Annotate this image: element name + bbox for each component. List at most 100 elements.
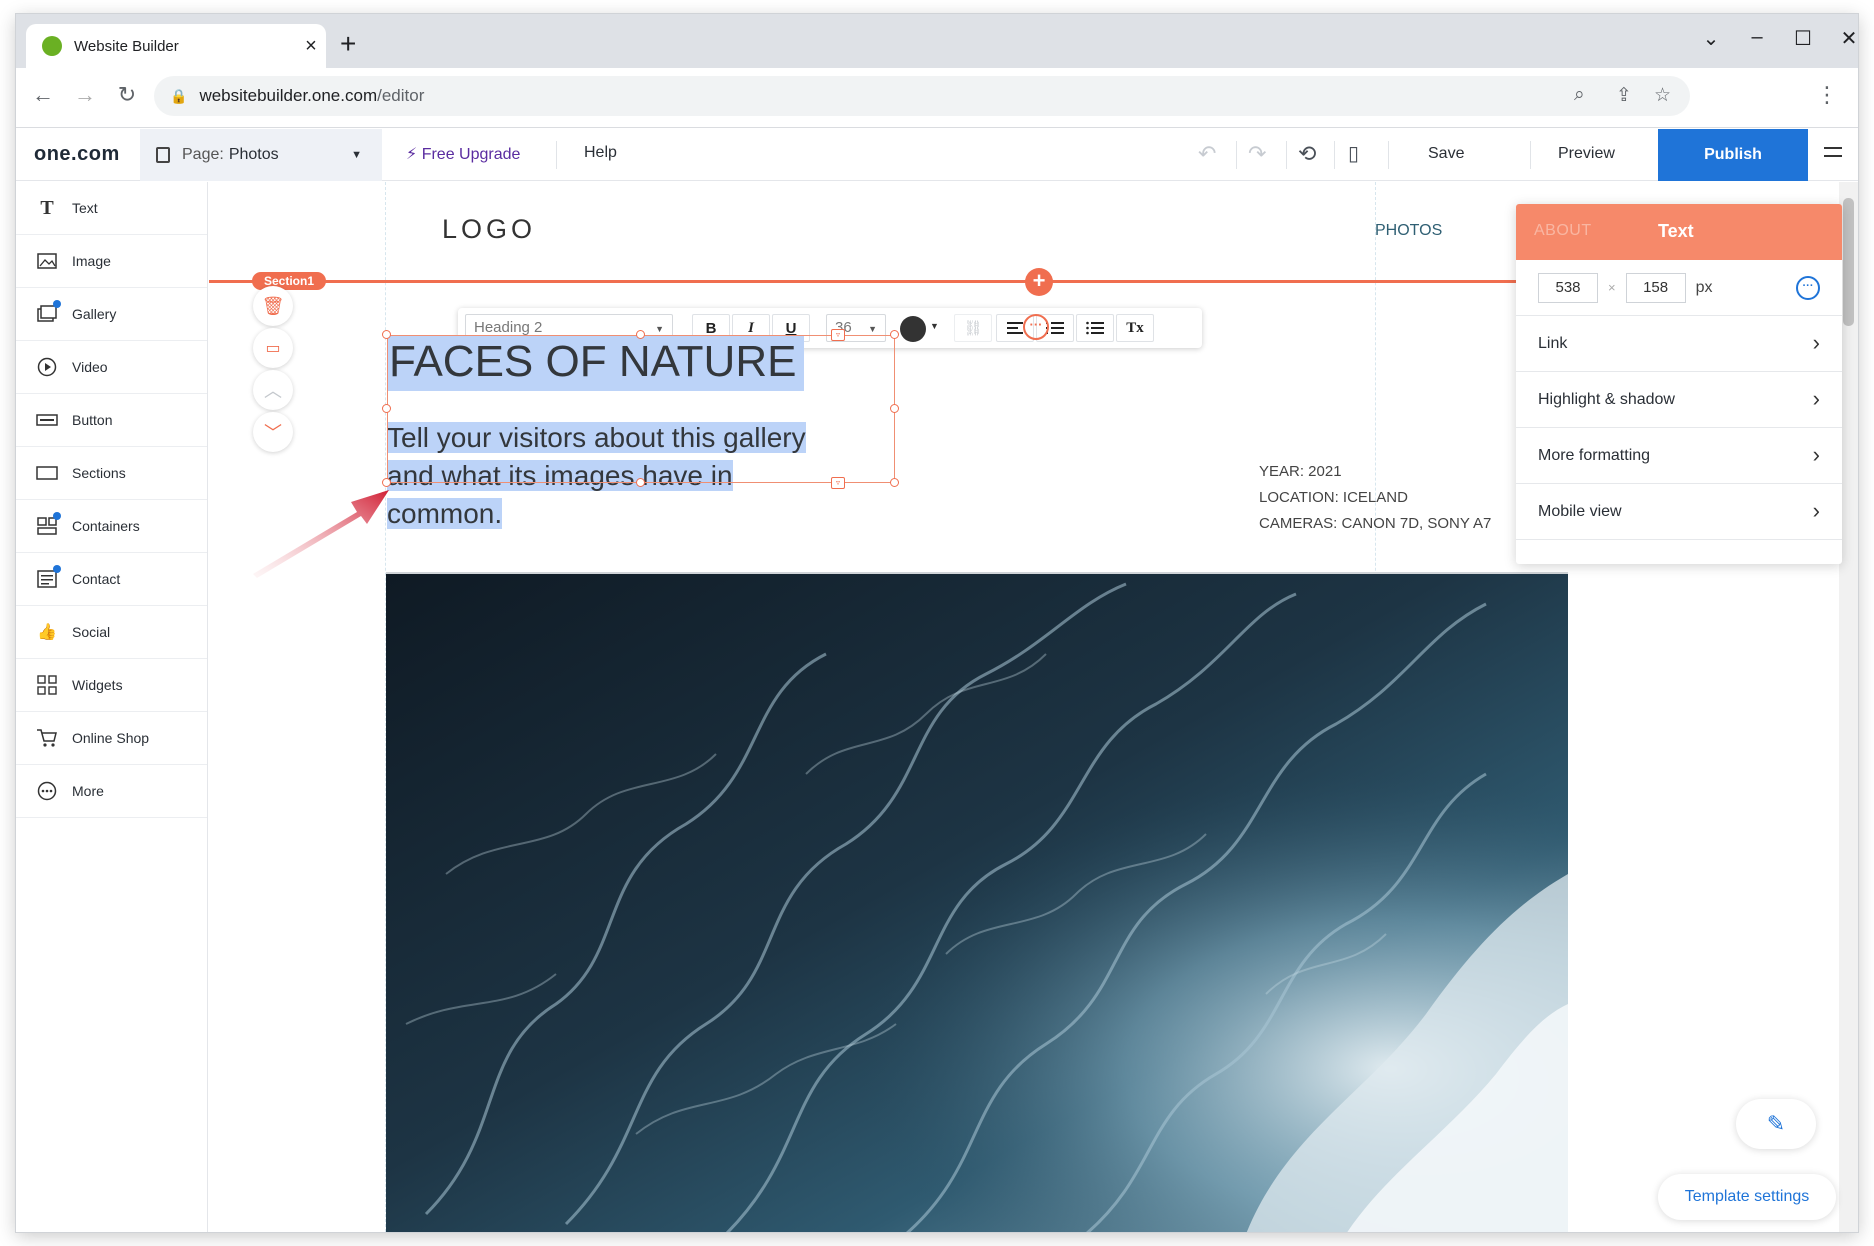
bookmark-star-icon[interactable]: ☆ — [1654, 84, 1671, 107]
resize-handle[interactable] — [890, 478, 899, 487]
divider — [1286, 141, 1287, 169]
browser-menu-icon[interactable]: ⋮ — [1812, 82, 1842, 108]
sidebar-item-online-shop[interactable]: Online Shop — [16, 712, 207, 765]
resize-handle[interactable] — [890, 404, 899, 413]
gallery-info[interactable]: YEAR: 2021 LOCATION: ICELAND CAMERAS: CA… — [1259, 459, 1491, 537]
sidebar-item-more[interactable]: More — [16, 765, 207, 818]
reload-icon[interactable]: ↻ — [112, 82, 142, 108]
bullet-list-icon[interactable] — [1076, 314, 1114, 342]
panel-row-link[interactable]: Link › — [1516, 316, 1842, 372]
tab-strip: Website Builder × + ⌄ – ☐ ✕ — [16, 14, 1858, 68]
sidebar-item-button[interactable]: Button — [16, 394, 207, 447]
sidebar-item-label: Image — [72, 253, 111, 269]
drag-handle-icon[interactable]: ▿ — [831, 329, 845, 341]
minimize-button[interactable]: – — [1742, 26, 1772, 49]
page-label: Page: — [182, 146, 224, 163]
sidebar-item-social[interactable]: 👍 Social — [16, 606, 207, 659]
delete-icon[interactable]: 🗑 — [253, 286, 293, 326]
section-settings-icon[interactable]: ▭ — [253, 328, 293, 368]
mobile-view-icon[interactable]: ▯ — [1348, 141, 1359, 166]
times-icon: × — [1608, 280, 1616, 295]
sidebar-item-text[interactable]: T Text — [16, 182, 207, 235]
browser-tab[interactable]: Website Builder × — [26, 24, 326, 68]
drag-handle-icon[interactable]: ▿ — [831, 477, 845, 489]
sidebar-item-contact[interactable]: Contact — [16, 553, 207, 606]
favicon-icon — [42, 36, 62, 56]
template-settings-button[interactable]: Template settings — [1658, 1174, 1836, 1220]
divider — [1388, 141, 1389, 169]
zoom-icon[interactable]: ⌕ — [1574, 84, 1585, 106]
url-input[interactable]: 🔒 websitebuilder.one.com/editor ⌕ ⇪ ☆ — [154, 76, 1690, 116]
chevron-right-icon: › — [1812, 498, 1820, 523]
publish-button[interactable]: Publish — [1658, 129, 1808, 181]
sidebar-item-containers[interactable]: Containers — [16, 500, 207, 553]
back-icon[interactable]: ← — [28, 82, 58, 108]
editor-toolbar: one.com Page: Photos ▼ ⚡ Free Upgrade He… — [16, 129, 1858, 181]
unit-label: px — [1695, 278, 1713, 296]
divider — [1334, 141, 1335, 169]
page-selector[interactable]: Page: Photos ▼ — [140, 129, 382, 181]
panel-row-label: Highlight & shadow — [1538, 390, 1675, 408]
sidebar-item-video[interactable]: Video — [16, 341, 207, 394]
share-icon[interactable]: ⇪ — [1616, 84, 1632, 107]
sidebar-item-label: Online Shop — [72, 730, 150, 746]
resize-handle[interactable] — [636, 330, 645, 339]
width-input[interactable]: 538 — [1538, 272, 1598, 303]
sidebar-item-image[interactable]: Image — [16, 235, 207, 288]
url-host: websitebuilder.one.com — [199, 86, 378, 105]
panel-row-label: More formatting — [1538, 446, 1651, 464]
add-section-button[interactable]: + — [1025, 268, 1053, 296]
scrollbar-thumb[interactable] — [1843, 198, 1854, 326]
widgets-icon — [36, 674, 58, 696]
tab-title: Website Builder — [74, 37, 179, 55]
move-down-icon[interactable]: ﹀ — [253, 412, 293, 452]
help-link[interactable]: Help — [584, 144, 617, 162]
forward-icon[interactable]: → — [70, 82, 100, 108]
close-window-button[interactable]: ✕ — [1834, 26, 1858, 51]
selected-text-frame[interactable] — [387, 335, 895, 483]
panel-row-highlight-shadow[interactable]: Highlight & shadow › — [1516, 372, 1842, 428]
gallery-photo[interactable] — [386, 572, 1568, 1232]
preview-button[interactable]: Preview — [1558, 145, 1615, 163]
contact-icon — [36, 565, 61, 590]
lock-icon: 🔒 — [170, 87, 188, 104]
panel-row-more-formatting[interactable]: More formatting › — [1516, 428, 1842, 484]
chevron-down-icon[interactable]: ▼ — [930, 321, 939, 331]
template-palette-icon[interactable]: ✎ — [1736, 1099, 1816, 1149]
sidebar-item-sections[interactable]: Sections — [16, 447, 207, 500]
save-button[interactable]: Save — [1428, 145, 1464, 163]
free-upgrade-link[interactable]: ⚡ Free Upgrade — [406, 144, 520, 164]
history-icon[interactable]: ⟲ — [1298, 141, 1316, 167]
maximize-button[interactable]: ☐ — [1788, 26, 1818, 51]
hamburger-menu-icon[interactable] — [1824, 147, 1842, 163]
new-tab-button[interactable]: + — [340, 30, 356, 58]
undo-icon[interactable]: ↶ — [1198, 141, 1216, 167]
sidebar-item-widgets[interactable]: Widgets — [16, 659, 207, 712]
more-options-icon[interactable]: ··· — [1796, 276, 1820, 300]
panel-row-mobile-view[interactable]: Mobile view › — [1516, 484, 1842, 540]
redo-icon[interactable]: ↷ — [1248, 141, 1266, 167]
height-input[interactable]: 158 — [1625, 272, 1686, 303]
site-logo[interactable]: LOGO — [442, 214, 536, 245]
clear-format-button[interactable]: Tx — [1116, 314, 1154, 342]
text-style-value: Heading 2 — [474, 319, 543, 336]
resize-handle[interactable] — [382, 404, 391, 413]
tab-search-icon[interactable]: ⌄ — [1696, 26, 1726, 51]
link-icon[interactable]: ⛓ — [954, 314, 992, 342]
text-color-swatch[interactable] — [900, 316, 926, 342]
brand-logo: one.com — [34, 143, 120, 165]
sidebar-item-label: Text — [72, 200, 98, 216]
move-up-icon[interactable]: ︿ — [253, 370, 293, 410]
sidebar-item-label: Contact — [72, 571, 121, 587]
tab-close-button[interactable]: × — [296, 35, 326, 58]
site-nav-photos[interactable]: PHOTOS — [1375, 222, 1442, 240]
resize-handle[interactable] — [890, 330, 899, 339]
text-properties-panel: ABOUT Text 538 × 158 px ··· Link › Highl… — [1516, 204, 1842, 564]
button-icon — [36, 409, 58, 431]
more-options-icon[interactable]: ··· — [1023, 314, 1049, 340]
resize-handle[interactable] — [636, 478, 645, 487]
resize-handle[interactable] — [382, 330, 391, 339]
panel-title: Text — [1658, 221, 1694, 241]
sidebar-item-gallery[interactable]: Gallery — [16, 288, 207, 341]
sidebar: T Text Image Gallery Video Button Sectio… — [16, 182, 208, 1232]
